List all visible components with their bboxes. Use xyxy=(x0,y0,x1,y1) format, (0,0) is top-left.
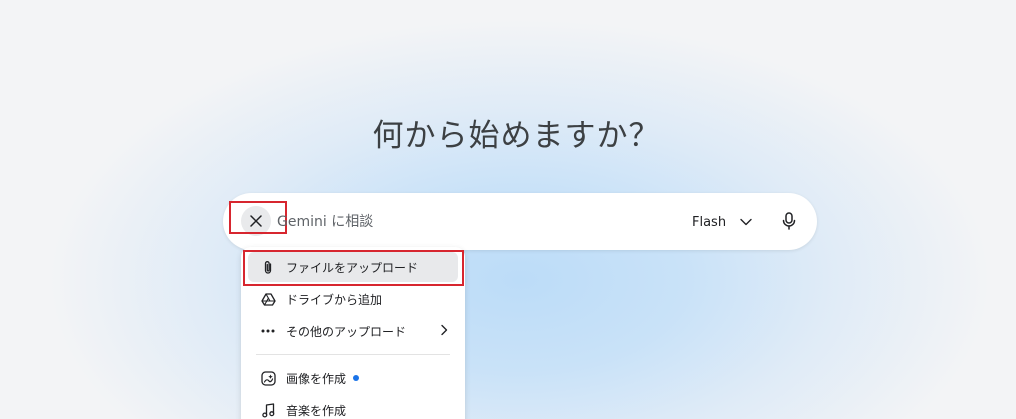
music-note-icon xyxy=(260,402,276,418)
microphone-icon xyxy=(782,212,796,230)
model-selector[interactable]: Flash xyxy=(692,210,752,234)
page-title: 何から始めますか？ xyxy=(372,118,661,154)
menu-item-label: ドライブから追加 xyxy=(286,292,383,307)
menu-item-label: 画像を作成 xyxy=(286,371,347,386)
menu-item-create-image[interactable]: 画像を作成 xyxy=(248,363,458,393)
menu-item-upload-file[interactable]: ファイルをアップロード xyxy=(248,252,458,282)
more-horizontal-icon xyxy=(260,323,276,339)
menu-divider xyxy=(256,354,450,355)
menu-item-label: ファイルをアップロード xyxy=(286,260,419,275)
paperclip-icon xyxy=(260,259,276,275)
menu-item-other-uploads[interactable]: その他のアップロード xyxy=(248,316,458,346)
image-create-icon xyxy=(260,370,276,386)
chevron-right-icon xyxy=(441,324,448,336)
chevron-down-icon xyxy=(740,218,752,226)
prompt-input[interactable] xyxy=(277,210,657,234)
close-icon xyxy=(250,215,262,227)
menu-item-label: その他のアップロード xyxy=(286,324,407,339)
new-feature-badge xyxy=(353,375,360,381)
google-drive-icon xyxy=(260,291,276,307)
menu-item-label: 音楽を作成 xyxy=(286,403,347,418)
microphone-button[interactable] xyxy=(776,208,802,234)
close-menu-button[interactable] xyxy=(241,206,271,236)
upload-menu: ファイルをアップロード ドライブから追加 その他のアップロード 画像を作成 音楽… xyxy=(241,247,465,419)
menu-item-add-from-drive[interactable]: ドライブから追加 xyxy=(248,284,458,314)
model-label: Flash xyxy=(692,214,727,230)
menu-item-create-music[interactable]: 音楽を作成 xyxy=(248,395,458,419)
